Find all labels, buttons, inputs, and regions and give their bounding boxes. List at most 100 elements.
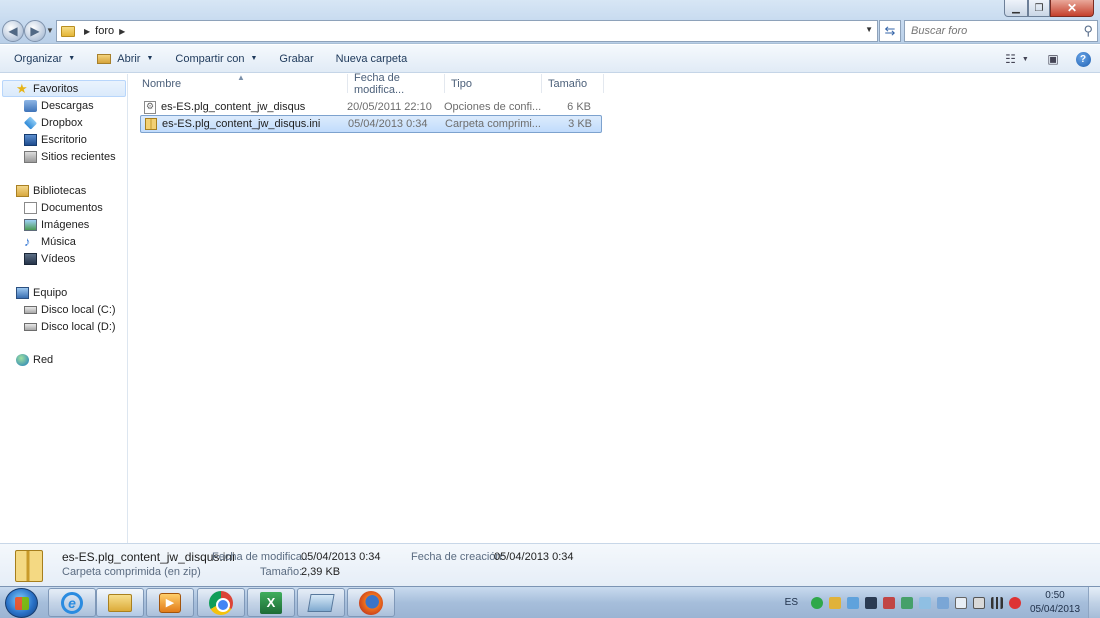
restore-button[interactable]: ❐ bbox=[1028, 0, 1050, 17]
taskbar-app[interactable] bbox=[297, 588, 345, 617]
signal-icon[interactable] bbox=[991, 596, 1003, 609]
column-header-type[interactable]: Tipo bbox=[445, 74, 542, 93]
file-row[interactable]: es-ES.plg_content_jw_disqus 20/05/2011 2… bbox=[140, 98, 602, 116]
clock[interactable]: 0:50 05/04/2013 bbox=[1024, 589, 1086, 617]
nav-item-label: Escritorio bbox=[41, 133, 87, 146]
close-button[interactable]: ✕ bbox=[1050, 0, 1094, 17]
downloads-icon bbox=[24, 99, 37, 112]
nav-item-documents[interactable]: Documentos bbox=[0, 199, 127, 216]
details-pane: es-ES.plg_content_jw_disqus.ini Carpeta … bbox=[0, 543, 1100, 586]
taskbar-chrome[interactable] bbox=[197, 588, 245, 617]
address-bar[interactable]: ▶ foro ▶ ▼ bbox=[56, 20, 878, 42]
forward-button[interactable]: ▶ bbox=[24, 20, 46, 42]
search-input[interactable] bbox=[911, 25, 1071, 37]
details-filetype: Carpeta comprimida (en zip) bbox=[62, 566, 201, 578]
column-header-date[interactable]: Fecha de modifica... bbox=[348, 72, 445, 96]
nav-item-recent-places[interactable]: Sitios recientes bbox=[0, 148, 127, 165]
dropbox-icon[interactable] bbox=[847, 596, 859, 609]
zip-folder-icon bbox=[145, 118, 157, 130]
recent-pages-dropdown[interactable]: ▼ bbox=[46, 26, 54, 35]
burn-label: Grabar bbox=[279, 52, 314, 65]
column-headers: ▲ Nombre Fecha de modifica... Tipo Tamañ… bbox=[129, 72, 604, 96]
language-indicator[interactable]: ES bbox=[785, 597, 798, 608]
nav-favorites[interactable]: ★ Favoritos bbox=[2, 80, 126, 97]
preview-pane-button[interactable]: ▣ bbox=[1042, 48, 1064, 70]
taskbar-internet-explorer[interactable]: e bbox=[48, 588, 96, 617]
battery-icon[interactable] bbox=[973, 596, 985, 609]
volume-icon[interactable] bbox=[883, 596, 895, 609]
file-name-cell: es-ES.plg_content_jw_disqus bbox=[140, 100, 347, 114]
system-tray: ES 0:50 05/04/2013 bbox=[785, 587, 1100, 618]
tray-app-icon[interactable] bbox=[901, 596, 913, 609]
minimize-button[interactable]: ▁ bbox=[1004, 0, 1028, 17]
refresh-button[interactable]: ⇆ bbox=[879, 20, 901, 42]
details-size-label: Tamaño: bbox=[260, 566, 303, 578]
taskbar-windows-explorer[interactable] bbox=[96, 588, 144, 617]
show-desktop-button[interactable] bbox=[1088, 587, 1100, 618]
change-view-button[interactable]: ☷ ▼ bbox=[1005, 48, 1029, 70]
documents-icon bbox=[24, 201, 37, 214]
breadcrumb-separator-icon[interactable]: ▶ bbox=[84, 27, 90, 36]
tray-app-icon[interactable] bbox=[829, 596, 841, 609]
nav-item-disk-d[interactable]: Disco local (D:) bbox=[0, 318, 127, 335]
hard-disk-icon bbox=[24, 322, 37, 331]
taskbar-excel[interactable]: X bbox=[247, 588, 295, 617]
nav-item-pictures[interactable]: Imágenes bbox=[0, 216, 127, 233]
column-header-label: Tipo bbox=[451, 77, 472, 90]
column-header-label: Tamaño bbox=[548, 77, 588, 90]
file-type: Carpeta comprimi... bbox=[445, 118, 541, 130]
network-group: Red bbox=[0, 351, 127, 368]
nav-item-videos[interactable]: Vídeos bbox=[0, 250, 127, 267]
action-center-flag-icon[interactable] bbox=[955, 596, 967, 609]
breadcrumb-item[interactable]: foro bbox=[95, 25, 114, 37]
windows-explorer-icon bbox=[108, 593, 132, 612]
nav-computer[interactable]: Equipo bbox=[0, 284, 127, 301]
clock-date: 05/04/2013 bbox=[1029, 603, 1081, 615]
address-history-dropdown[interactable]: ▼ bbox=[865, 25, 873, 34]
taskbar-firefox[interactable] bbox=[347, 588, 395, 617]
nav-item-downloads[interactable]: Descargas bbox=[0, 97, 127, 114]
chevron-down-icon: ▼ bbox=[68, 55, 76, 62]
file-list: ▲ Nombre Fecha de modifica... Tipo Tamañ… bbox=[129, 72, 1100, 543]
tray-app-icon[interactable] bbox=[937, 596, 949, 609]
nav-libraries[interactable]: Bibliotecas bbox=[0, 182, 127, 199]
recent-places-icon bbox=[24, 150, 37, 163]
libraries-icon bbox=[16, 184, 29, 197]
search-icon[interactable]: ⚲ bbox=[1083, 23, 1093, 39]
media-player-icon: ▶ bbox=[159, 592, 181, 613]
open-button[interactable]: Abrir ▼ bbox=[89, 47, 161, 71]
details-modified-value: 05/04/2013 0:34 bbox=[301, 551, 381, 563]
favorites-group: ★ Favoritos Descargas Dropbox Escritorio… bbox=[0, 80, 127, 165]
nav-item-dropbox[interactable]: Dropbox bbox=[0, 114, 127, 131]
nav-network[interactable]: Red bbox=[0, 351, 127, 368]
file-type: Opciones de confi... bbox=[444, 101, 541, 113]
firefox-icon bbox=[359, 590, 383, 615]
new-folder-button[interactable]: Nueva carpeta bbox=[328, 47, 416, 71]
nav-item-desktop[interactable]: Escritorio bbox=[0, 131, 127, 148]
open-label: Abrir bbox=[117, 52, 141, 65]
column-header-name[interactable]: ▲ Nombre bbox=[129, 73, 348, 93]
internet-explorer-icon: e bbox=[61, 591, 83, 614]
start-button[interactable] bbox=[5, 588, 38, 618]
help-button[interactable]: ? bbox=[1072, 48, 1094, 70]
taskbar-media-player[interactable]: ▶ bbox=[146, 588, 194, 617]
network-status-icon[interactable] bbox=[1009, 596, 1021, 609]
organize-button[interactable]: Organizar ▼ bbox=[6, 47, 83, 71]
nav-item-disk-c[interactable]: Disco local (C:) bbox=[0, 301, 127, 318]
update-icon[interactable] bbox=[811, 596, 823, 609]
share-button[interactable]: Compartir con ▼ bbox=[167, 47, 265, 71]
config-file-icon bbox=[144, 100, 156, 114]
breadcrumb-separator-icon[interactable]: ▶ bbox=[119, 27, 125, 36]
burn-button[interactable]: Grabar bbox=[271, 47, 321, 71]
tray-app-icon[interactable] bbox=[865, 596, 877, 609]
search-box[interactable]: ⚲ bbox=[904, 20, 1098, 42]
nav-item-music[interactable]: ♪ Música bbox=[0, 233, 127, 250]
back-button[interactable]: ◀ bbox=[2, 20, 24, 42]
computer-icon bbox=[16, 286, 29, 299]
file-size: 6 KB bbox=[567, 101, 591, 113]
details-filename: es-ES.plg_content_jw_disqus.ini bbox=[62, 550, 235, 564]
tray-app-icon[interactable] bbox=[919, 596, 931, 609]
excel-icon: X bbox=[260, 591, 282, 614]
column-header-size[interactable]: Tamaño bbox=[542, 74, 604, 93]
file-row-selected[interactable]: es-ES.plg_content_jw_disqus.ini 05/04/20… bbox=[140, 115, 602, 133]
